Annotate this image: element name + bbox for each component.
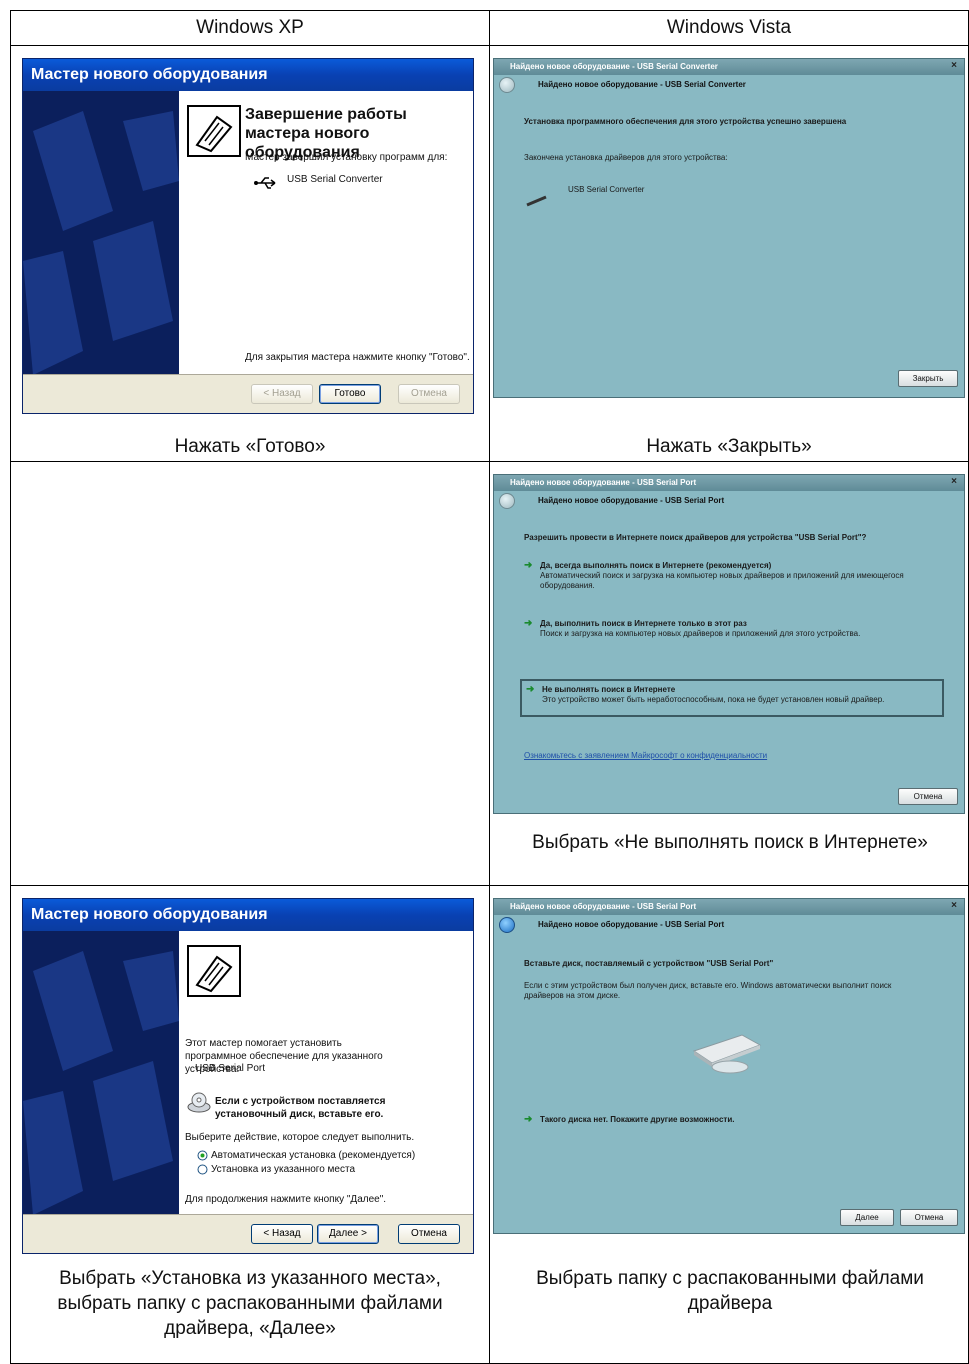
radio-label: Автоматическая установка (рекомендуется) [211, 1150, 416, 1161]
radio-unselected-icon [197, 1164, 208, 1175]
xp-finish-dialog: Мастер нового оборудования Завершение ра… [22, 58, 474, 414]
hardware-wizard-icon [187, 105, 241, 157]
page: { "table": { "col_left": "Windows XP", "… [0, 0, 969, 1364]
disk-note: Если с устройством поставляется установо… [215, 1096, 386, 1120]
table-column-divider [489, 10, 490, 1364]
xp-install-dialog: Мастер нового оборудования Этот мастер п… [22, 898, 474, 1254]
installed-text: Мастер завершил установку программ для: [245, 152, 448, 163]
option-description: Автоматический поиск и загрузка на компь… [540, 571, 904, 590]
option-always-search[interactable]: ➜ Да, всегда выполнять поиск в Интернете… [520, 559, 950, 599]
radio-selected-icon [197, 1150, 208, 1161]
vista-finish-dialog: Найдено новое оборудование - USB Serial … [493, 58, 965, 398]
back-button[interactable]: < Назад [251, 1224, 313, 1244]
cancel-button[interactable]: Отмена [398, 1224, 460, 1244]
cd-drive-icon [692, 1034, 762, 1074]
option-description: Поиск и загрузка на компьютер новых драй… [540, 629, 861, 638]
dialog-header: Найдено новое оборудование - USB Serial … [538, 920, 725, 929]
wizard-content: Завершение работы мастера нового оборудо… [179, 91, 473, 375]
device-name: USB Serial Converter [568, 185, 645, 194]
success-message: Установка программного обеспечения для э… [524, 117, 847, 126]
window-title: Найдено новое оборудование - USB Serial … [494, 59, 964, 75]
wizard-side-banner [23, 931, 179, 1215]
dialog-title: Мастер нового оборудования [23, 59, 473, 91]
search-question: Разрешить провести в Интернете поиск дра… [524, 533, 867, 542]
back-button[interactable]: < Назад [251, 384, 313, 404]
option-dont-search[interactable]: ➜ Не выполнять поиск в Интернете Это уст… [520, 679, 944, 717]
caption-vista-row2: Выбрать «Не выполнять поиск в Интернете» [532, 832, 928, 853]
insert-disk-title: Вставьте диск, поставляемый с устройство… [524, 959, 774, 968]
back-arrow-icon[interactable] [499, 493, 515, 509]
table-border-left [10, 10, 11, 1364]
next-button[interactable]: Далее > [317, 1224, 379, 1244]
continue-hint: Для продолжения нажмите кнопку "Далее". [185, 1194, 387, 1205]
choose-action: Выберите действие, которое следует выпол… [185, 1132, 415, 1143]
vista-search-dialog: Найдено новое оборудование - USB Serial … [493, 474, 965, 814]
usb-icon [254, 177, 276, 189]
option-description: Это устройство может быть неработоспособ… [542, 695, 885, 704]
radio-auto-install[interactable]: Автоматическая установка (рекомендуется) [197, 1149, 437, 1162]
cd-drive-icon [187, 1092, 211, 1113]
radio-label: Установка из указанного места [211, 1164, 356, 1175]
caption-vista-row1: Нажать «Закрыть» [646, 436, 812, 457]
green-arrow-icon: ➜ [526, 684, 535, 695]
privacy-link[interactable]: Ознакомьтесь с заявлением Майкрософт о к… [524, 751, 767, 761]
close-button[interactable]: Закрыть [898, 370, 958, 387]
next-button[interactable]: Далее [840, 1209, 894, 1226]
dialog-header: Найдено новое оборудование - USB Serial … [538, 80, 746, 89]
hardware-wizard-icon [187, 945, 241, 997]
insert-disk-description: Если с этим устройством был получен диск… [524, 981, 892, 1000]
wizard-side-banner [23, 91, 179, 375]
cancel-button[interactable]: Отмена [900, 1209, 958, 1226]
wizard-banner-graphic [23, 111, 179, 375]
caption-xp-row3: Выбрать «Установка из указанного места»,… [57, 1268, 443, 1339]
close-icon[interactable]: × [948, 60, 960, 72]
window-title: Найдено новое оборудование - USB Serial … [494, 899, 964, 915]
device-name: USB Serial Converter [287, 174, 383, 185]
back-arrow-icon[interactable] [499, 917, 515, 933]
wizard-footer: < Назад Далее > Отмена [23, 1214, 473, 1253]
wizard-banner-graphic [23, 951, 179, 1215]
green-arrow-icon: ➜ [524, 618, 533, 629]
no-disk-option[interactable]: ➜ Такого диска нет. Покажите другие возм… [520, 1115, 860, 1127]
column-header-xp: Windows XP [196, 17, 304, 38]
close-icon[interactable]: × [948, 476, 960, 488]
window-title: Найдено новое оборудование - USB Serial … [494, 475, 964, 491]
device-name: USB Serial Port [195, 1063, 266, 1074]
close-icon[interactable]: × [948, 900, 960, 912]
green-arrow-icon: ➜ [524, 560, 533, 571]
wizard-content: Этот мастер помогает установить программ… [179, 931, 473, 1215]
option-search-once[interactable]: ➜ Да, выполнить поиск в Интернете только… [520, 617, 950, 647]
finished-text: Закончена установка драйверов для этого … [524, 153, 728, 162]
close-hint: Для закрытия мастера нажмите кнопку "Гот… [245, 352, 470, 363]
option-title: Не выполнять поиск в Интернете [542, 685, 676, 694]
caption-vista-row3: Выбрать папку с распакованными файлами д… [536, 1268, 924, 1314]
usb-device-icon [526, 195, 547, 207]
option-title: Такого диска нет. Покажите другие возмож… [540, 1115, 735, 1124]
column-header-vista: Windows Vista [666, 17, 792, 38]
caption-xp-row1: Нажать «Готово» [174, 436, 326, 457]
finish-button[interactable]: Готово [319, 384, 381, 404]
dialog-title: Мастер нового оборудования [23, 899, 473, 931]
green-arrow-icon: ➜ [524, 1114, 533, 1125]
cancel-button[interactable]: Отмена [898, 788, 958, 805]
option-title: Да, всегда выполнять поиск в Интернете (… [540, 561, 772, 570]
dialog-header: Найдено новое оборудование - USB Serial … [538, 496, 725, 505]
wizard-footer: < Назад Готово Отмена [23, 374, 473, 413]
vista-insert-disk-dialog: Найдено новое оборудование - USB Serial … [493, 898, 965, 1234]
cancel-button[interactable]: Отмена [398, 384, 460, 404]
back-arrow-icon[interactable] [499, 77, 515, 93]
radio-manual-install[interactable]: Установка из указанного места [197, 1163, 437, 1176]
option-title: Да, выполнить поиск в Интернете только в… [540, 619, 747, 628]
